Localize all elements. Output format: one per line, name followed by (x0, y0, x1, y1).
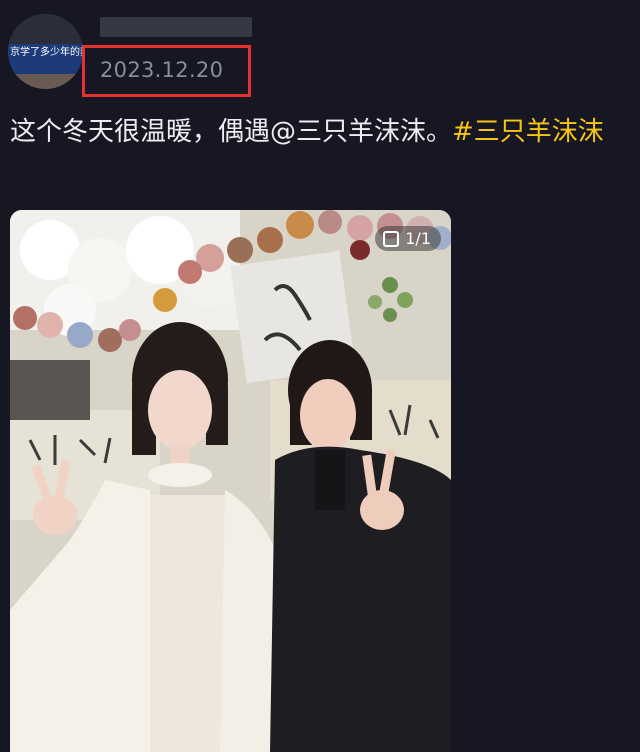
post-text-main: 这个冬天很温暖，偶遇@三只羊沫沫。 (10, 117, 453, 147)
photo-counter-text: 1/1 (405, 229, 431, 248)
photo-illustration (10, 210, 451, 752)
post-text: 这个冬天很温暖，偶遇@三只羊沫沫。#三只羊沫沫 (10, 110, 635, 154)
post-date: 2023.12.20 (100, 58, 224, 82)
hashtag-link[interactable]: #三只羊沫沫 (452, 117, 604, 147)
photo-counter-badge: 1/1 (375, 226, 441, 251)
avatar-banner: 京学了多少年的舞蹈 (8, 44, 83, 76)
avatar[interactable]: 京学了多少年的舞蹈 (8, 14, 83, 89)
image-stack-icon (383, 230, 400, 247)
username-blurred[interactable] (100, 17, 252, 37)
post-photo[interactable]: 1/1 (10, 210, 451, 752)
